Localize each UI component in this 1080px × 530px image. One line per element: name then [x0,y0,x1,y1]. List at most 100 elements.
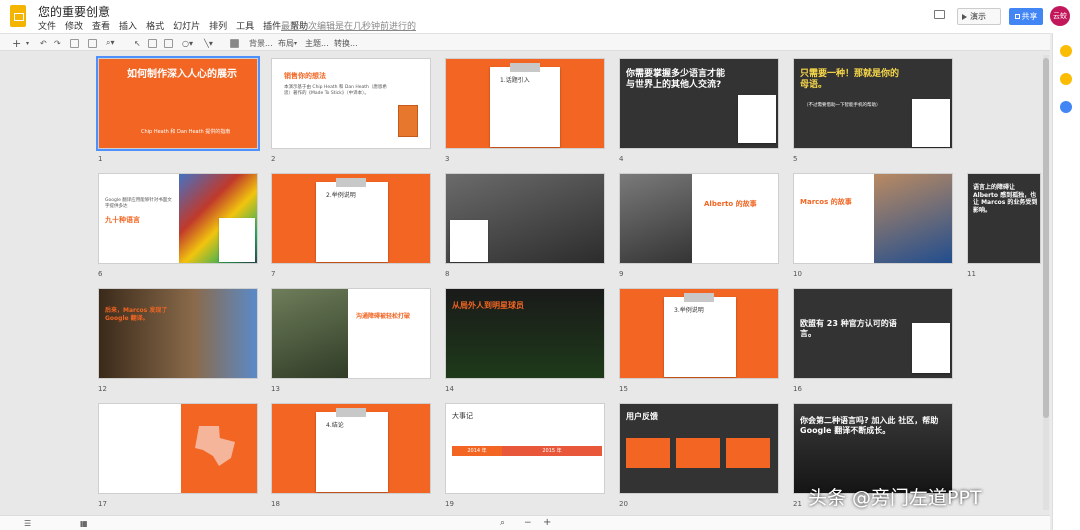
slide-title: 销售你的想法 [284,72,326,80]
slide-number: 15 [619,385,628,393]
slide-10[interactable]: Marcos 的故事 [793,173,953,264]
slide-number: 9 [619,270,624,278]
paint-format-icon[interactable] [88,37,97,49]
book-image [398,105,418,137]
slide-4[interactable]: 你需要掌握多少语言才能与世界上的其他人交流? [619,58,779,149]
slide-13[interactable]: 沟通障碍被轻松打破 [271,288,431,379]
slide-21[interactable]: 你会第二种语言吗? 加入此 社区，帮助 Google 翻译不断成长。 [793,403,953,494]
slide-number: 2 [271,155,276,163]
menu-bar: 文件 修改 查看 插入 格式 幻灯片 排列 工具 插件 帮助 [38,19,308,32]
slide-1[interactable]: 如何制作深入人心的展示 Chip Heath 和 Dan Heath 提供的指南 [96,56,260,151]
keep-icon[interactable] [1060,45,1072,57]
explore-icon[interactable] [1060,101,1072,113]
slide-15[interactable]: 3.举例说明 [619,288,779,379]
tape-image [336,178,366,187]
slide-title: 你需要掌握多少语言才能与世界上的其他人交流? [626,69,726,91]
line-icon[interactable]: ╲▾ [204,37,213,49]
slide-title: 从局外人到明星球员 [452,301,524,310]
tasks-icon[interactable] [1060,73,1072,85]
undo-icon[interactable]: ↶ [40,37,47,49]
person-photo [874,174,952,263]
slide-caption: Chip Heath 和 Dan Heath 提供的指南 [141,129,231,135]
new-slide-button[interactable]: + [12,37,21,50]
redo-icon[interactable]: ↷ [54,37,61,49]
zoom-out-icon[interactable]: ⌕ [500,518,505,528]
slide-20[interactable]: 用户反馈 [619,403,779,494]
scrollbar-thumb[interactable] [1043,58,1049,418]
slide-9[interactable]: Alberto 的故事 [619,173,779,264]
slide-card [219,218,255,262]
side-panel [1052,33,1080,530]
filmstrip-view-icon[interactable]: ☰ [24,519,31,528]
menu-insert[interactable]: 插入 [119,19,137,32]
comment-icon[interactable] [934,10,945,19]
present-button[interactable]: 演示 [957,8,1001,25]
slide-card [912,323,950,373]
slide-number: 8 [445,270,450,278]
slide-card: 1.话题引入 [490,63,560,147]
slide-6[interactable]: Google 翻译应用能够针对书面文字提供多达 九十种语言 [98,173,258,264]
slide-8[interactable] [445,173,605,264]
feedback-card-1 [626,438,670,468]
grid-view-icon[interactable]: ▦ [80,519,88,528]
slide-title: Alberto 的故事 [704,200,757,208]
menu-format[interactable]: 格式 [146,19,164,32]
new-slide-dropdown[interactable]: ▾ [26,37,29,49]
last-edit-link[interactable]: 最近一次编辑是在几秒钟前进行的 [281,19,416,32]
select-icon[interactable]: ↖ [134,37,141,49]
zoom-slider[interactable]: − [524,518,532,528]
slide-number: 14 [445,385,454,393]
slide-2[interactable]: 销售你的想法 本演示基于由 Chip Heath 和 Dan Heath（唐恩希… [271,58,431,149]
person-photo [620,174,692,263]
slide-number: 3 [445,155,450,163]
slide-16[interactable]: 欧盟有 23 种官方认可的语言。 [793,288,953,379]
textbox-icon[interactable] [148,37,157,49]
slide-number: 7 [271,270,276,278]
menu-arrange[interactable]: 排列 [209,19,227,32]
shape-icon[interactable]: ○▾ [182,37,193,49]
slide-card [450,220,488,262]
zoom-in-icon[interactable]: + [543,517,551,528]
tape-image [336,408,366,417]
document-title[interactable]: 您的重要创意 [38,3,110,20]
menu-file[interactable]: 文件 [38,19,56,32]
menu-tools[interactable]: 工具 [236,19,254,32]
slide-14[interactable]: 从局外人到明星球员 [445,288,605,379]
slide-5[interactable]: 只需要一种！那就是你的母语。 （不过需要借助一下智能手机的帮助） [793,58,953,149]
background-button[interactable]: 背景... [249,37,273,49]
comment-add-icon[interactable] [230,37,239,49]
layout-button[interactable]: 布局 ▾ [278,37,297,49]
slide-title: 1.话题引入 [500,77,530,84]
slide-7[interactable]: 2.举例说明 [271,173,431,264]
theme-button[interactable]: 主题... [305,37,329,49]
menu-slide[interactable]: 幻灯片 [173,19,200,32]
menu-addons[interactable]: 插件 [263,19,281,32]
slide-body: 本演示基于由 Chip Heath 和 Dan Heath（唐恩希思）著作的《M… [284,85,387,97]
slide-title: 4.结论 [326,422,344,429]
image-icon[interactable] [164,37,173,49]
slide-number: 21 [793,500,802,508]
slides-logo-icon[interactable] [10,5,26,27]
transition-button[interactable]: 转换... [334,37,358,49]
slide-number: 5 [793,155,798,163]
slide-number: 11 [967,270,976,278]
slide-17[interactable] [98,403,258,494]
slide-title: 沟通障碍被轻松打破 [356,313,411,320]
share-button[interactable]: 共享 [1009,8,1043,25]
play-icon [962,13,967,20]
avatar[interactable]: 云蛟 [1050,6,1070,26]
zoom-icon[interactable]: ⌕▾ [106,37,115,49]
slide-3[interactable]: 1.话题引入 [445,58,605,149]
soccer-photo [272,289,348,378]
slide-title: 你会第二种语言吗? 加入此 社区，帮助 Google 翻译不断成长。 [800,416,939,435]
menu-edit[interactable]: 修改 [65,19,83,32]
slide-12[interactable]: 后来，Marcos 发现了 Google 翻译。 [98,288,258,379]
slide-11[interactable]: 语言上的障碍让 Alberto 感到孤独，也让 Marcos 的业务受到影响。 [967,173,1041,264]
print-icon[interactable] [70,37,79,49]
slide-18[interactable]: 4.结论 [271,403,431,494]
menu-view[interactable]: 查看 [92,19,110,32]
slide-19[interactable]: 大事记 2014 年 2015 年 [445,403,605,494]
slide-title: 欧盟有 23 种官方认可的语言。 [800,319,897,338]
slide-number: 12 [98,385,107,393]
slide-number: 20 [619,500,628,508]
